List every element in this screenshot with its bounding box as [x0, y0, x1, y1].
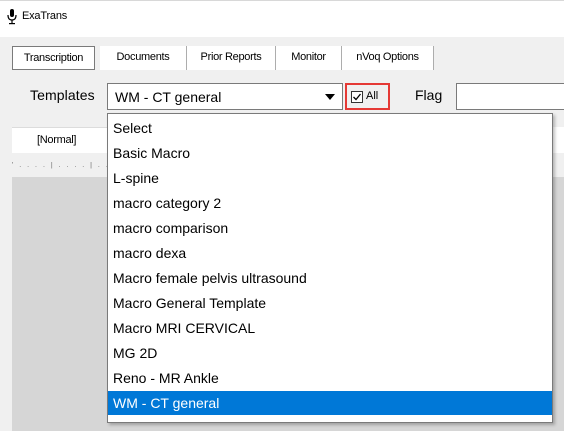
tab-documents[interactable]: Documents	[100, 46, 187, 70]
tab-prior-reports[interactable]: Prior Reports	[187, 46, 276, 70]
list-item[interactable]: Select	[108, 116, 552, 140]
list-item[interactable]: Basic Macro	[108, 141, 552, 165]
all-checkbox[interactable]	[351, 91, 363, 103]
list-item[interactable]: macro comparison	[108, 216, 552, 240]
list-item[interactable]: Macro female pelvis ultrasound	[108, 266, 552, 290]
list-item[interactable]: macro dexa	[108, 241, 552, 265]
app-window: ExaTrans Transcription Documents Prior R…	[0, 0, 564, 431]
tab-label: Prior Reports	[200, 51, 262, 63]
templates-dropdown-list: Select Basic Macro L-spine macro categor…	[107, 113, 553, 423]
paragraph-style-select[interactable]: [Normal]	[37, 134, 76, 146]
tab-nvoq-options[interactable]: nVoq Options	[342, 46, 434, 70]
list-item[interactable]: macro category 2	[108, 191, 552, 215]
list-item-selected[interactable]: WM - CT general	[108, 391, 552, 415]
list-item[interactable]: L-spine	[108, 166, 552, 190]
ruler-right	[552, 162, 564, 174]
list-item[interactable]: Macro General Template	[108, 291, 552, 315]
microphone-icon	[7, 9, 17, 25]
tab-label: Documents	[116, 51, 170, 63]
title-bar: ExaTrans	[0, 1, 564, 37]
tab-monitor[interactable]: Monitor	[276, 46, 342, 70]
ruler: ' . . . . | . . . . | . . .	[12, 162, 108, 169]
flag-input[interactable]	[456, 83, 564, 110]
templates-combobox[interactable]: WM - CT general	[107, 83, 343, 110]
checkmark-icon	[353, 93, 362, 101]
tab-label: Monitor	[291, 51, 326, 63]
window-title: ExaTrans	[22, 10, 68, 22]
all-checkbox-label: All	[366, 90, 379, 102]
tab-label: Transcription	[23, 52, 84, 64]
dropdown-arrow-icon[interactable]	[325, 94, 335, 100]
templates-selected-value: WM - CT general	[115, 89, 222, 105]
list-item[interactable]: Macro MRI CERVICAL	[108, 316, 552, 340]
list-item[interactable]: MG 2D	[108, 341, 552, 365]
editor-toolbar-right	[552, 127, 564, 153]
tab-transcription[interactable]: Transcription	[12, 46, 95, 70]
templates-label: Templates	[30, 87, 95, 103]
list-item[interactable]: Reno - MR Ankle	[108, 366, 552, 390]
tab-label: nVoq Options	[356, 51, 419, 63]
document-area-left	[12, 177, 108, 431]
flag-label: Flag	[415, 87, 443, 103]
